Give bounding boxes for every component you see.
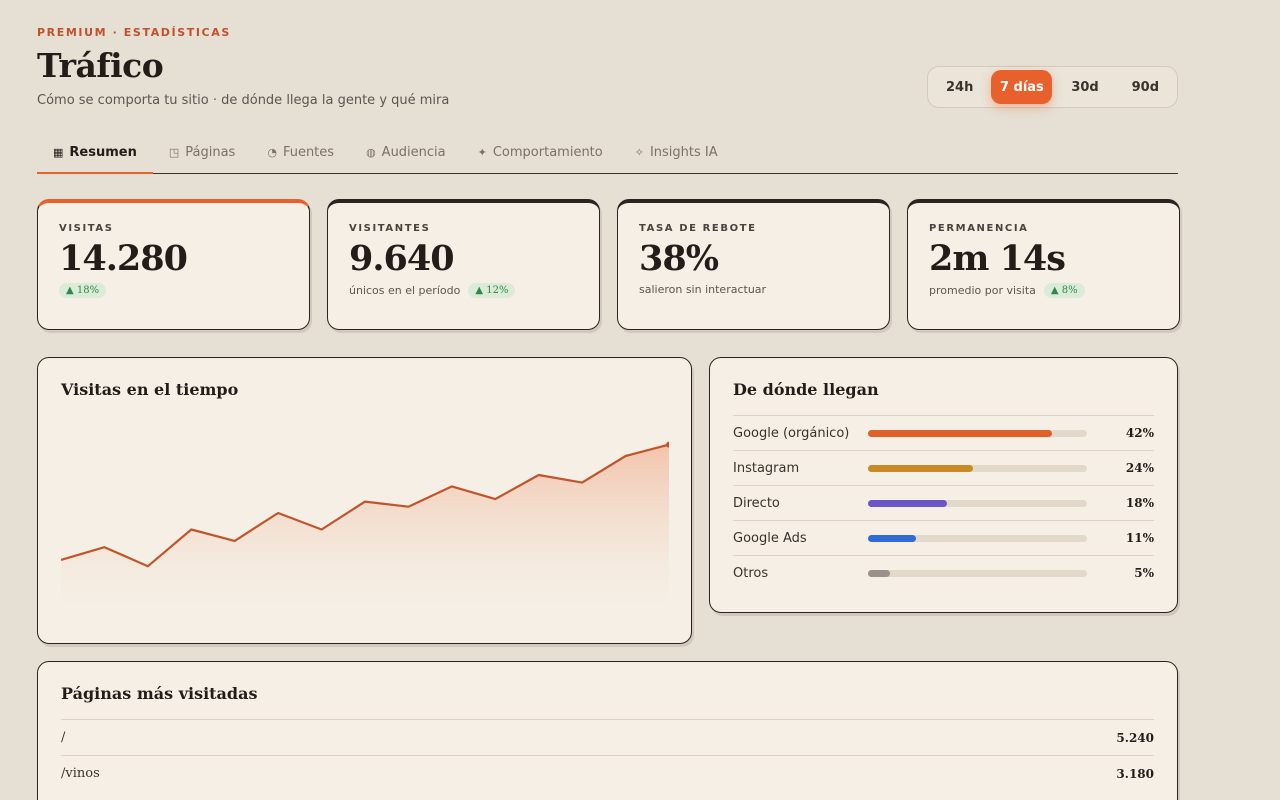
source-row[interactable]: Google Ads 11% [733, 520, 1154, 555]
source-name: Otros [733, 565, 769, 581]
delta-badge: ▲ 18% [59, 283, 107, 298]
tab-paginas[interactable]: ◳ Páginas [153, 132, 251, 173]
kpi-footer: ▲ 18% [59, 283, 288, 298]
star-outline-icon: ✧ [634, 146, 644, 159]
source-name: Google Ads [733, 530, 807, 546]
sources-list: Google (orgánico) 42% Instagram 24% Directo 1… [733, 415, 1154, 590]
source-bar-fill [868, 464, 974, 472]
kpi-note: salieron sin interactuar [639, 283, 767, 296]
kpi-value: 14.280 [59, 238, 188, 279]
page-path: /vinos [61, 766, 100, 781]
tab-audiencia[interactable]: ◍ Audiencia [350, 132, 462, 173]
source-row[interactable]: Directo 18% [733, 485, 1154, 520]
source-row[interactable]: Otros 5% [733, 555, 1154, 590]
source-row[interactable]: Instagram 24% [733, 450, 1154, 485]
kpi-card-visitas: VISITAS 14.280 ▲ 18% [37, 199, 310, 330]
globe-icon: ◍ [366, 146, 376, 159]
source-row[interactable]: Google (orgánico) 42% [733, 415, 1154, 450]
source-percent: 11% [1125, 531, 1154, 545]
visits-area-chart [61, 441, 669, 608]
visits-chart-card: Visitas en el tiempo [37, 357, 692, 644]
tab-insights-ia[interactable]: ✧ Insights IA [619, 132, 734, 173]
tab-fuentes[interactable]: ◔ Fuentes [251, 132, 350, 173]
kpi-row: VISITAS 14.280 ▲ 18% VISITANTES 9.640 ún… [37, 199, 1180, 330]
page-visits: 3.180 [1116, 766, 1154, 781]
sources-card: De dónde llegan Google (orgánico) 42% Inst… [709, 357, 1178, 613]
tab-resumen[interactable]: ▦ Resumen [37, 132, 153, 174]
source-bar-fill [868, 499, 947, 507]
source-bar-track [868, 499, 1087, 507]
kpi-value: 2m 14s [929, 238, 1066, 279]
tab-comportamiento[interactable]: ✦ Comportamiento [462, 132, 619, 173]
top-pages-list: / 5.240 /vinos 3.180 [61, 719, 1154, 791]
source-percent: 42% [1125, 426, 1154, 440]
source-bar-fill [868, 429, 1052, 437]
delta-badge: ▲ 12% [468, 283, 516, 298]
source-percent: 18% [1125, 496, 1154, 510]
source-bar-track [868, 464, 1087, 472]
table-row[interactable]: / 5.240 [61, 719, 1154, 755]
source-percent: 24% [1125, 461, 1154, 475]
source-bar-track [868, 534, 1087, 542]
kpi-value: 9.640 [349, 238, 455, 279]
kpi-label: TASA DE REBOTE [639, 223, 757, 234]
kpi-footer: únicos en el período ▲ 12% [349, 283, 578, 298]
tab-label: Resumen [69, 144, 137, 160]
page-path: / [61, 730, 66, 745]
tab-label: Fuentes [282, 145, 335, 160]
kpi-label: PERMANENCIA [929, 223, 1029, 234]
source-bar-track [868, 569, 1087, 577]
source-percent: 5% [1134, 566, 1154, 580]
range-30d-button[interactable]: 30d [1056, 70, 1113, 104]
range-7d-button[interactable]: 7 días [991, 70, 1053, 104]
source-name: Google (orgánico) [733, 425, 850, 441]
grid-icon: ▦ [53, 145, 64, 159]
section-tabs: ▦ Resumen ◳ Páginas ◔ Fuentes ◍ Audienci… [37, 132, 1178, 174]
kpi-label: VISITAS [59, 223, 114, 234]
sparkle-icon: ✦ [477, 146, 487, 159]
table-row[interactable]: /vinos 3.180 [61, 755, 1154, 791]
kpi-card-rebote: TASA DE REBOTE 38% salieron sin interact… [617, 199, 890, 330]
source-bar-fill [868, 534, 917, 542]
sources-title: De dónde llegan [733, 380, 879, 399]
kpi-note: únicos en el período [349, 284, 461, 297]
kpi-note: promedio por visita [929, 284, 1036, 297]
delta-badge: ▲ 8% [1043, 283, 1085, 298]
kpi-card-permanencia: PERMANENCIA 2m 14s promedio por visita ▲… [907, 199, 1180, 330]
date-range-selector: 24h 7 días 30d 90d [927, 66, 1178, 108]
tab-label: Páginas [185, 145, 236, 160]
page-visits: 5.240 [1116, 730, 1154, 745]
tab-label: Comportamiento [492, 145, 603, 160]
chart-title: Visitas en el tiempo [61, 380, 239, 399]
range-90d-button[interactable]: 90d [1118, 70, 1173, 104]
pages-icon: ◳ [168, 146, 180, 159]
top-pages-title: Páginas más visitadas [61, 684, 258, 703]
pie-icon: ◔ [267, 146, 277, 159]
kpi-value: 38% [639, 238, 719, 279]
source-name: Directo [733, 495, 780, 511]
area-fill [61, 444, 669, 608]
source-bar-fill [868, 569, 890, 577]
kpi-card-visitantes: VISITANTES 9.640 únicos en el período ▲ … [327, 199, 600, 330]
tab-label: Insights IA [649, 145, 718, 160]
page-subtitle: Cómo se comporta tu sitio · de dónde lle… [37, 93, 450, 108]
kpi-label: VISITANTES [349, 223, 431, 234]
kpi-footer: promedio por visita ▲ 8% [929, 283, 1158, 298]
top-pages-card: Páginas más visitadas / 5.240 /vinos 3.1… [37, 661, 1178, 800]
section-eyebrow: PREMIUM · ESTADÍSTICAS [37, 26, 231, 39]
kpi-footer: salieron sin interactuar [639, 283, 868, 296]
source-name: Instagram [733, 460, 800, 476]
tab-label: Audiencia [381, 145, 446, 160]
page-title: Tráfico [37, 46, 164, 85]
range-24h-button[interactable]: 24h [932, 70, 987, 104]
source-bar-track [868, 429, 1087, 437]
